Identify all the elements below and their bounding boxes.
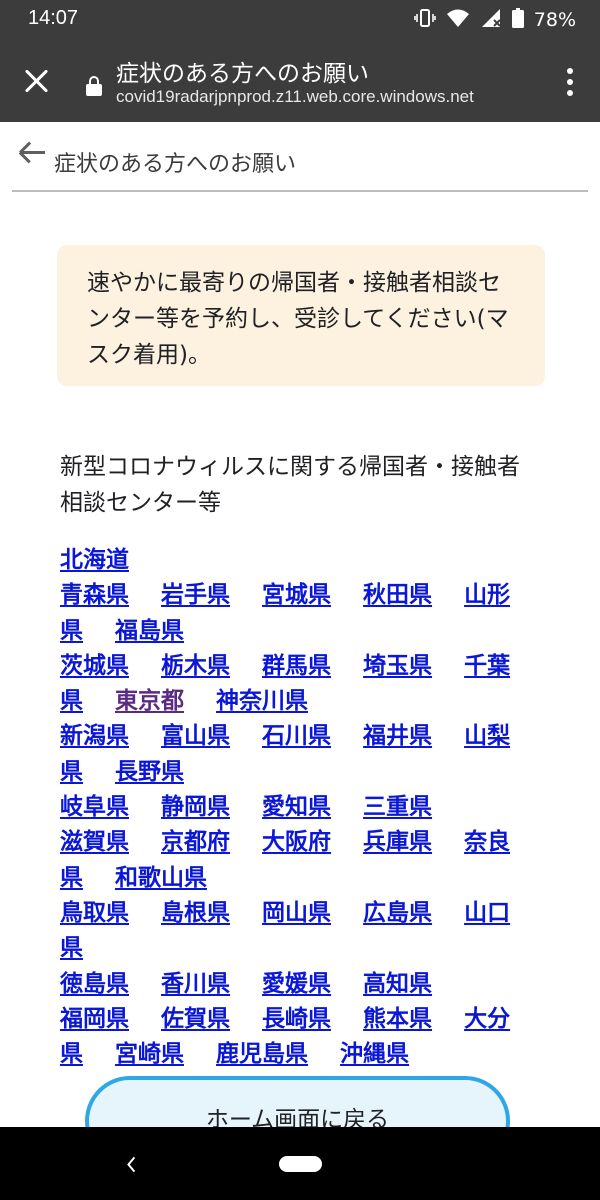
status-time: 14:07 xyxy=(28,7,79,29)
prefecture-link[interactable]: 宮崎県 xyxy=(115,1041,184,1067)
prefecture-group: 青森県 岩手県 宮城県 秋田県 山形県 福島県 xyxy=(60,578,540,649)
prefecture-link[interactable]: 熊本県 xyxy=(363,1006,432,1032)
prefecture-link[interactable]: 群馬県 xyxy=(262,653,331,679)
prefecture-link[interactable]: 鳥取県 xyxy=(60,900,129,926)
prefecture-group: 徳島県 香川県 愛媛県 高知県 xyxy=(60,967,540,1002)
prefecture-link[interactable]: 長野県 xyxy=(115,759,184,785)
nav-back-icon[interactable] xyxy=(128,1156,138,1172)
prefecture-link[interactable]: 愛知県 xyxy=(262,794,331,820)
prefecture-link[interactable]: 神奈川県 xyxy=(216,688,308,714)
wifi-icon xyxy=(446,8,470,33)
prefecture-link[interactable]: 北海道 xyxy=(60,547,129,573)
prefecture-link[interactable]: 兵庫県 xyxy=(363,829,432,855)
prefecture-group: 岐阜県 静岡県 愛知県 三重県 xyxy=(60,790,540,825)
prefecture-link[interactable]: 徳島県 xyxy=(60,971,129,997)
prefecture-link[interactable]: 富山県 xyxy=(161,723,230,749)
prefecture-link[interactable]: 香川県 xyxy=(161,971,230,997)
prefecture-link-list: 北海道 青森県 岩手県 宮城県 秋田県 山形県 福島県 茨城県 栃木県 群馬県 … xyxy=(60,543,540,1072)
toolbar-url[interactable]: covid19radarjpnprod.z11.web.core.windows… xyxy=(116,87,474,107)
back-arrow-icon[interactable] xyxy=(18,140,46,164)
toolbar-page-title[interactable]: 症状のある方へのお願い xyxy=(116,54,369,88)
prefecture-link[interactable]: 佐賀県 xyxy=(161,1006,230,1032)
prefecture-link[interactable]: 東京都 xyxy=(115,688,184,714)
prefecture-link[interactable]: 秋田県 xyxy=(363,582,432,608)
notice-box: 速やかに最寄りの帰国者・接触者相談センター等を予約し、受診してください(マスク着… xyxy=(57,245,545,386)
close-icon[interactable] xyxy=(20,65,52,97)
vibrate-icon xyxy=(413,8,436,33)
prefecture-link[interactable]: 新潟県 xyxy=(60,723,129,749)
prefecture-link[interactable]: 福岡県 xyxy=(60,1006,129,1032)
prefecture-link[interactable]: 広島県 xyxy=(363,900,432,926)
prefecture-link[interactable]: 岡山県 xyxy=(262,900,331,926)
more-options-icon[interactable] xyxy=(566,68,574,96)
prefecture-group: 福岡県 佐賀県 長崎県 熊本県 大分県 宮崎県 鹿児島県 沖縄県 xyxy=(60,1002,540,1073)
prefecture-link[interactable]: 大阪府 xyxy=(262,829,331,855)
prefecture-link[interactable]: 福井県 xyxy=(363,723,432,749)
prefecture-link[interactable]: 京都府 xyxy=(161,829,230,855)
prefecture-link[interactable]: 栃木県 xyxy=(161,653,230,679)
prefecture-link[interactable]: 高知県 xyxy=(363,971,432,997)
prefecture-link[interactable]: 石川県 xyxy=(262,723,331,749)
browser-toolbar: 症状のある方へのお願い covid19radarjpnprod.z11.web.… xyxy=(0,40,600,122)
prefecture-group: 滋賀県 京都府 大阪府 兵庫県 奈良県 和歌山県 xyxy=(60,825,540,896)
prefecture-link[interactable]: 三重県 xyxy=(363,794,432,820)
prefecture-group: 鳥取県 島根県 岡山県 広島県 山口県 xyxy=(60,896,540,967)
lock-icon[interactable] xyxy=(86,76,102,96)
prefecture-link[interactable]: 埼玉県 xyxy=(363,653,432,679)
prefecture-link[interactable]: 福島県 xyxy=(115,618,184,644)
prefecture-link[interactable]: 静岡県 xyxy=(161,794,230,820)
prefecture-link[interactable]: 宮城県 xyxy=(262,582,331,608)
prefecture-link[interactable]: 鹿児島県 xyxy=(216,1041,308,1067)
prefecture-link[interactable]: 長崎県 xyxy=(262,1006,331,1032)
prefecture-link[interactable]: 愛媛県 xyxy=(262,971,331,997)
status-bar: 14:07 78% xyxy=(0,0,600,40)
prefecture-link[interactable]: 青森県 xyxy=(60,582,129,608)
battery-percentage: 78% xyxy=(533,9,576,31)
notice-text: 速やかに最寄りの帰国者・接触者相談センター等を予約し、受診してください(マスク着… xyxy=(87,270,509,368)
status-icons: 78% xyxy=(413,7,576,33)
signal-icon xyxy=(480,8,502,33)
battery-icon xyxy=(511,7,524,33)
nav-home-pill[interactable] xyxy=(279,1156,322,1172)
prefecture-link[interactable]: 滋賀県 xyxy=(60,829,129,855)
prefecture-group: 新潟県 富山県 石川県 福井県 山梨県 長野県 xyxy=(60,719,540,790)
prefecture-link[interactable]: 岐阜県 xyxy=(60,794,129,820)
prefecture-link[interactable]: 島根県 xyxy=(161,900,230,926)
section-heading: 新型コロナウィルスに関する帰国者・接触者相談センター等 xyxy=(60,454,520,516)
prefecture-link[interactable]: 岩手県 xyxy=(161,582,230,608)
prefecture-group: 茨城県 栃木県 群馬県 埼玉県 千葉県 東京都 神奈川県 xyxy=(60,649,540,720)
prefecture-link[interactable]: 沖縄県 xyxy=(340,1041,409,1067)
page-header: 症状のある方へのお願い xyxy=(12,122,588,192)
navigation-bar xyxy=(0,1127,600,1200)
page-title: 症状のある方へのお願い xyxy=(54,152,297,177)
prefecture-link[interactable]: 和歌山県 xyxy=(115,865,207,891)
prefecture-link[interactable]: 茨城県 xyxy=(60,653,129,679)
prefecture-group: 北海道 xyxy=(60,543,540,578)
